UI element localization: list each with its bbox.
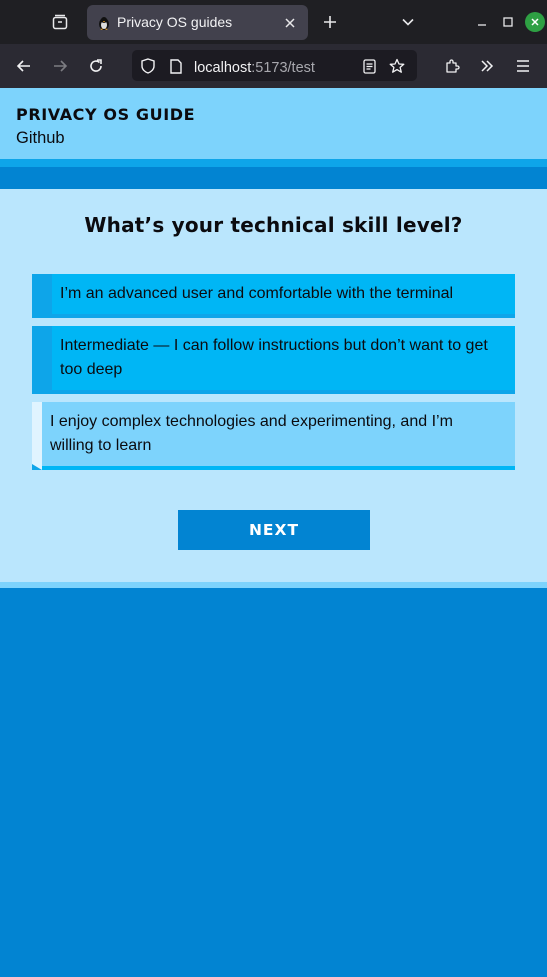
github-link[interactable]: Github xyxy=(16,129,65,148)
quiz-question: What’s your technical skill level? xyxy=(84,213,463,237)
option-accent xyxy=(32,326,52,394)
minimize-icon[interactable] xyxy=(472,12,492,32)
quiz-option-advanced[interactable]: I’m an advanced user and comfortable wit… xyxy=(32,274,515,318)
next-button[interactable]: NEXT xyxy=(178,510,370,550)
url-host: localhost xyxy=(194,60,252,76)
star-icon[interactable] xyxy=(387,56,407,76)
reader-view-icon[interactable] xyxy=(359,56,379,76)
tab-close-icon[interactable] xyxy=(278,11,302,35)
chevron-down-icon[interactable] xyxy=(396,10,420,34)
browser-navbar: localhost:5173/test xyxy=(0,44,547,88)
option-notch xyxy=(32,464,42,470)
header-band xyxy=(0,167,547,189)
arrow-left-icon[interactable] xyxy=(12,54,36,78)
reload-icon[interactable] xyxy=(84,54,108,78)
url-bar[interactable]: localhost:5173/test xyxy=(132,50,417,81)
close-icon[interactable] xyxy=(525,12,545,32)
arrow-right-icon[interactable] xyxy=(48,54,72,78)
url-text[interactable]: localhost:5173/test xyxy=(194,57,315,76)
browser-titlebar: Privacy OS guides xyxy=(0,0,547,44)
site-brand[interactable]: PRIVACY OS GUIDE xyxy=(16,105,195,124)
option-label: Intermediate — I can follow instructions… xyxy=(60,337,488,378)
page-icon[interactable] xyxy=(166,56,186,76)
penguin-icon xyxy=(97,15,111,30)
option-label: I’m an advanced user and comfortable wit… xyxy=(60,285,454,302)
option-accent xyxy=(32,274,52,318)
plus-icon[interactable] xyxy=(318,10,342,34)
card-bottom-border xyxy=(0,582,547,588)
option-label: I enjoy complex technologies and experim… xyxy=(50,413,453,454)
option-underline xyxy=(52,390,515,394)
browser-tab[interactable]: Privacy OS guides xyxy=(87,5,308,40)
shield-icon[interactable] xyxy=(138,56,158,76)
tab-overview-icon[interactable] xyxy=(48,10,72,34)
option-accent xyxy=(32,402,42,470)
url-path: :5173/test xyxy=(251,60,315,76)
tab-title: Privacy OS guides xyxy=(117,14,233,30)
quiz-option-explorer[interactable]: I enjoy complex technologies and experim… xyxy=(32,402,515,470)
option-underline xyxy=(52,314,515,318)
maximize-icon[interactable] xyxy=(498,12,518,32)
option-underline xyxy=(42,466,515,470)
quiz-card: What’s your technical skill level? I’m a… xyxy=(0,189,547,582)
quiz-option-intermediate[interactable]: Intermediate — I can follow instructions… xyxy=(32,326,515,394)
puzzle-icon[interactable] xyxy=(440,54,464,78)
chevrons-right-icon[interactable] xyxy=(475,54,499,78)
hamburger-menu-icon[interactable] xyxy=(511,54,535,78)
header-divider xyxy=(0,159,547,167)
site-header: PRIVACY OS GUIDE Github xyxy=(0,88,547,159)
